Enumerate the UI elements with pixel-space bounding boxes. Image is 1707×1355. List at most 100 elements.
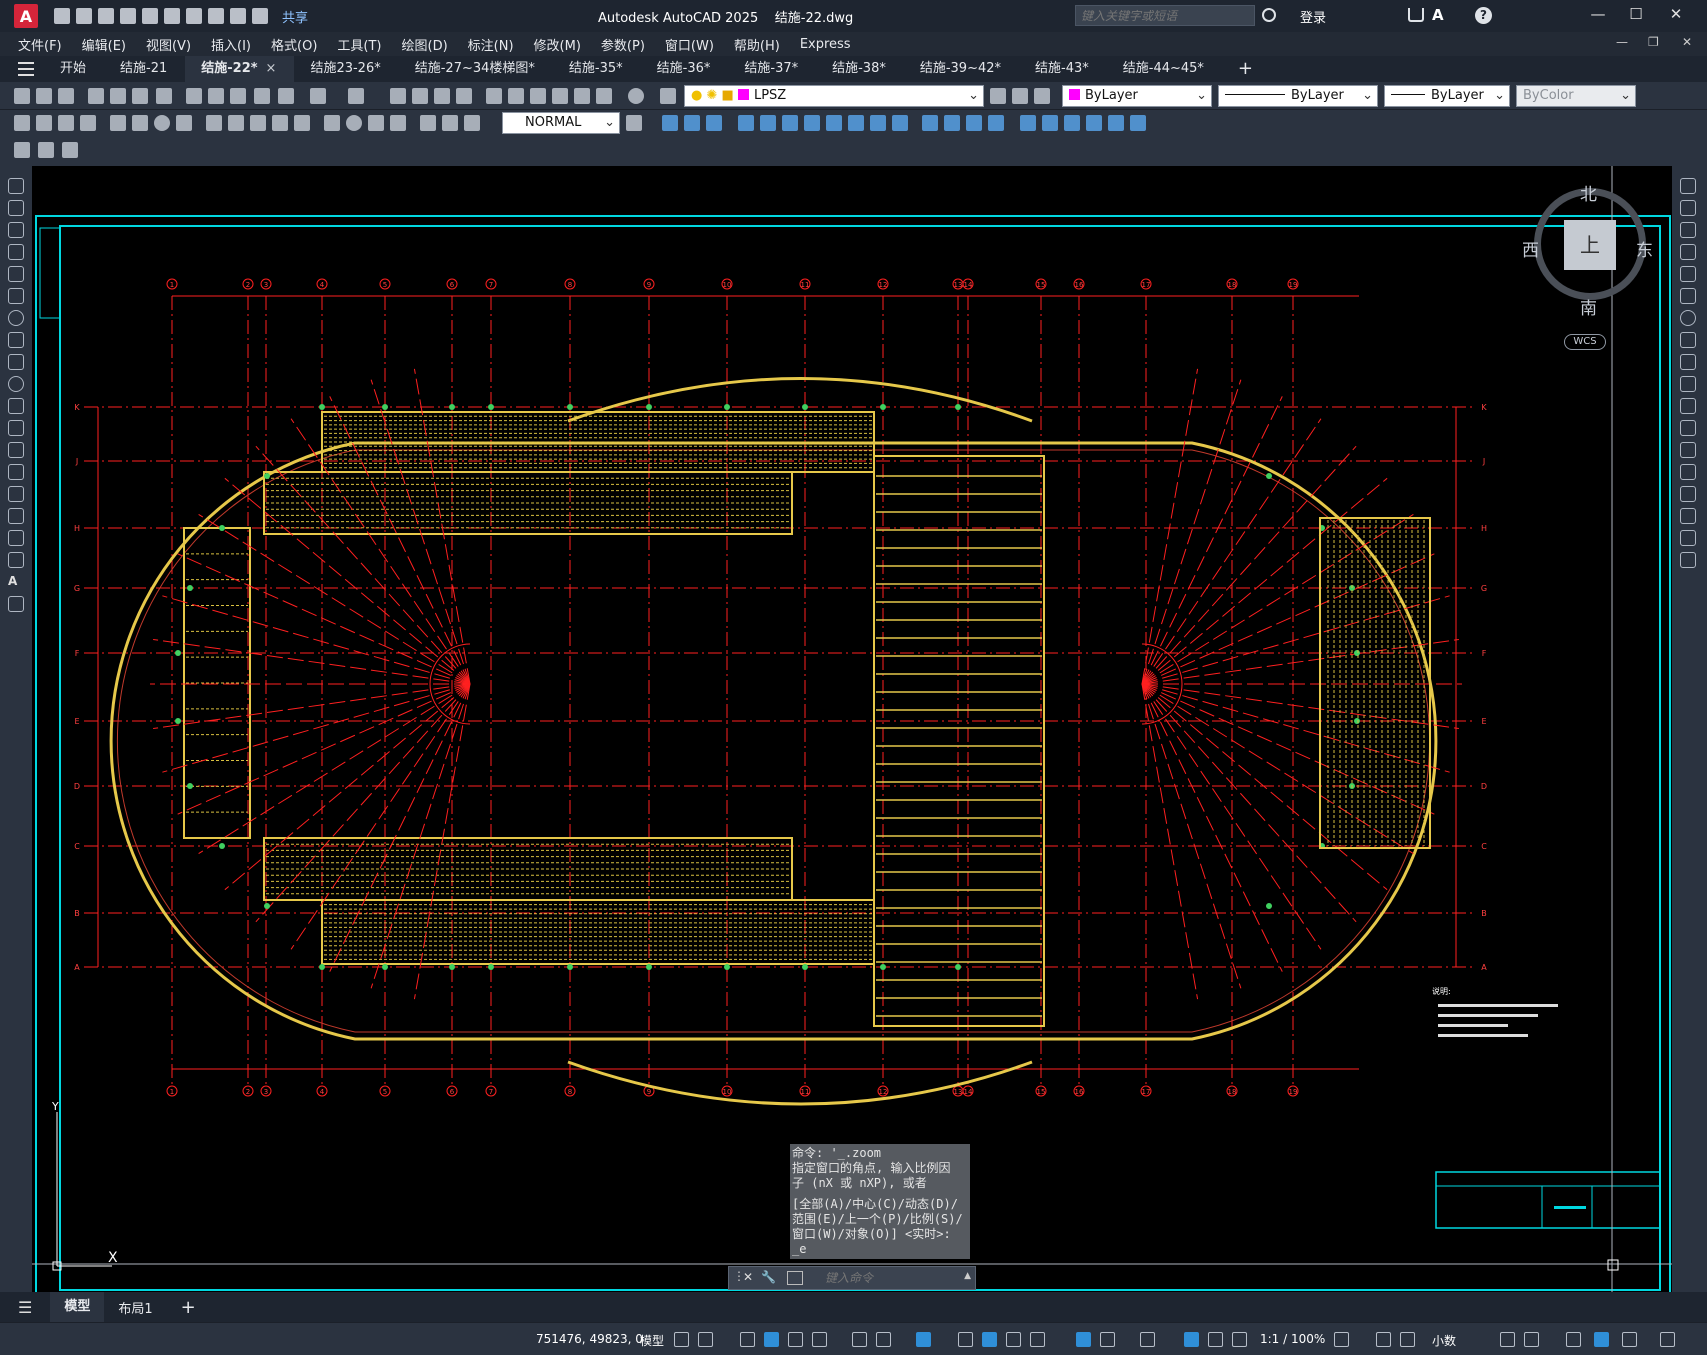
arc-length-icon[interactable] xyxy=(58,115,74,131)
make-block-icon[interactable] xyxy=(8,442,24,458)
menu-tools[interactable]: 工具(T) xyxy=(327,35,391,54)
markup-icon[interactable] xyxy=(574,88,590,104)
jogged-dim-icon[interactable] xyxy=(132,115,148,131)
continue-dim-icon[interactable] xyxy=(250,115,266,131)
tab-jieshi-23-26[interactable]: 结施23-26* xyxy=(294,56,398,82)
chamfer-icon[interactable] xyxy=(1680,486,1696,502)
selection-filter-icon[interactable] xyxy=(1100,1332,1115,1347)
add-selected-icon[interactable] xyxy=(8,596,24,612)
compass-south[interactable]: 南 xyxy=(1580,294,1597,319)
layer-properties-icon[interactable] xyxy=(660,88,676,104)
save-icon[interactable] xyxy=(58,88,74,104)
3d-rotate-icon[interactable] xyxy=(1042,115,1058,131)
add-layout-button[interactable]: + xyxy=(167,1297,210,1318)
dim-style-icon[interactable] xyxy=(626,115,642,131)
paste-icon[interactable] xyxy=(230,88,246,104)
qnew-icon[interactable] xyxy=(14,88,30,104)
dynamic-input-icon[interactable] xyxy=(764,1332,779,1347)
object-snap-icon[interactable] xyxy=(916,1332,931,1347)
login-button[interactable]: 登录 xyxy=(1300,7,1326,26)
line-tool-icon[interactable] xyxy=(8,178,24,194)
dimstyle-dropdown[interactable]: NORMAL ⌄ xyxy=(502,112,620,134)
menu-format[interactable]: 格式(O) xyxy=(261,35,327,54)
menu-dimension[interactable]: 标注(N) xyxy=(458,35,524,54)
undo-icon[interactable] xyxy=(208,8,224,24)
baseline-dim-icon[interactable] xyxy=(228,115,244,131)
tab-model[interactable]: 模型 xyxy=(50,1292,105,1322)
undo-icon[interactable] xyxy=(310,88,326,104)
minimize-button[interactable]: — xyxy=(1586,5,1610,27)
jogged-linear-icon[interactable] xyxy=(390,115,406,131)
menu-view[interactable]: 视图(V) xyxy=(136,35,201,54)
share-button[interactable]: 共享 xyxy=(282,7,308,26)
polar-tracking-icon[interactable] xyxy=(812,1332,827,1347)
radius-dim-icon[interactable] xyxy=(110,115,126,131)
menu-insert[interactable]: 插入(I) xyxy=(201,35,261,54)
tab-jieshi-39-42[interactable]: 结施-39~42* xyxy=(904,56,1019,82)
model-space-toggle[interactable]: 模型 xyxy=(640,1332,664,1349)
tool-palettes-icon[interactable] xyxy=(530,88,546,104)
point-icon[interactable] xyxy=(8,464,24,480)
blend-curves-icon[interactable] xyxy=(1680,530,1696,546)
lineweight-toggle-icon[interactable] xyxy=(958,1332,973,1347)
recent-commands-icon[interactable] xyxy=(787,1271,803,1285)
doc-minimize-button[interactable]: — xyxy=(1616,35,1628,49)
rotate-icon[interactable] xyxy=(1680,310,1696,326)
region-icon[interactable] xyxy=(8,530,24,546)
match-properties-icon[interactable] xyxy=(254,88,270,104)
menu-parametric[interactable]: 参数(P) xyxy=(591,35,655,54)
block-editor-icon[interactable] xyxy=(278,88,294,104)
rectangle-icon[interactable] xyxy=(8,266,24,282)
save-icon[interactable] xyxy=(98,8,114,24)
expand-history-icon[interactable]: ▲ xyxy=(964,1271,971,1281)
tab-jieshi-36[interactable]: 结施-36* xyxy=(641,56,729,82)
quick-dim-icon[interactable] xyxy=(206,115,222,131)
design-center-icon[interactable] xyxy=(508,88,524,104)
isolate-objects-icon[interactable] xyxy=(1566,1332,1581,1347)
ordinate-dim-icon[interactable] xyxy=(80,115,96,131)
tab-jieshi-22[interactable]: 结施-22* × xyxy=(185,56,295,82)
viewcube[interactable]: 上 北 南 东 西 WCS xyxy=(1522,178,1662,350)
infer-constraints-icon[interactable] xyxy=(740,1332,755,1347)
tolerance-icon[interactable] xyxy=(324,115,340,131)
dim-update-icon[interactable] xyxy=(464,115,480,131)
3d-scale-icon[interactable] xyxy=(1130,115,1146,131)
3d-align-icon[interactable] xyxy=(1064,115,1080,131)
dynamic-ucs-icon[interactable] xyxy=(1076,1332,1091,1347)
diameter-dim-icon[interactable] xyxy=(154,115,170,131)
lineweight-dropdown[interactable]: ByLayer ⌄ xyxy=(1384,85,1510,107)
save-block-icon[interactable] xyxy=(38,142,54,158)
ellipse-arc-icon[interactable] xyxy=(8,398,24,414)
multiline-text-icon[interactable]: A xyxy=(8,574,24,590)
layout-menu-icon[interactable]: ☰ xyxy=(18,1298,32,1317)
thicken-icon[interactable] xyxy=(966,115,982,131)
doc-restore-button[interactable]: ❐ xyxy=(1648,35,1659,49)
lock-ui-icon[interactable] xyxy=(1524,1332,1539,1347)
dim-edit-icon[interactable] xyxy=(420,115,436,131)
tab-jieshi-37[interactable]: 结施-37* xyxy=(728,56,816,82)
annotation-scale-icon[interactable] xyxy=(1232,1332,1247,1347)
extend-icon[interactable] xyxy=(1680,398,1696,414)
menu-file[interactable]: 文件(F) xyxy=(8,35,72,54)
model-space-canvas[interactable]: 1 1 2 2 3 3 4 4 5 5 6 6 7 7 8 8 9 9 10 10 11 11 12 12 13 13 14 14 15… xyxy=(32,166,1672,1292)
annotation-scale-readout[interactable]: 1:1 / 100% xyxy=(1260,1332,1325,1346)
menu-express[interactable]: Express xyxy=(790,37,861,52)
open-file-icon[interactable] xyxy=(76,8,92,24)
insert-block-icon[interactable] xyxy=(8,420,24,436)
tab-layout1[interactable]: 布局1 xyxy=(104,1298,166,1317)
3d-mirror-icon[interactable] xyxy=(1086,115,1102,131)
tab-jieshi-44-45[interactable]: 结施-44~45* xyxy=(1107,56,1222,82)
fillet-icon[interactable] xyxy=(1680,508,1696,524)
grid-icon[interactable] xyxy=(674,1332,689,1347)
annotation-monitor-icon[interactable] xyxy=(1376,1332,1391,1347)
dim-break-icon[interactable] xyxy=(294,115,310,131)
open-icon[interactable] xyxy=(36,88,52,104)
3d-osnap-icon[interactable] xyxy=(1030,1332,1045,1347)
plot-icon[interactable] xyxy=(88,88,104,104)
tab-jieshi-43[interactable]: 结施-43* xyxy=(1019,56,1107,82)
close-block-editor-icon[interactable] xyxy=(62,142,78,158)
union-icon[interactable] xyxy=(848,115,864,131)
edit-block-icon[interactable] xyxy=(14,142,30,158)
make-current-layer-icon[interactable] xyxy=(990,88,1006,104)
close-command-icon[interactable]: ✕ xyxy=(743,1270,753,1284)
